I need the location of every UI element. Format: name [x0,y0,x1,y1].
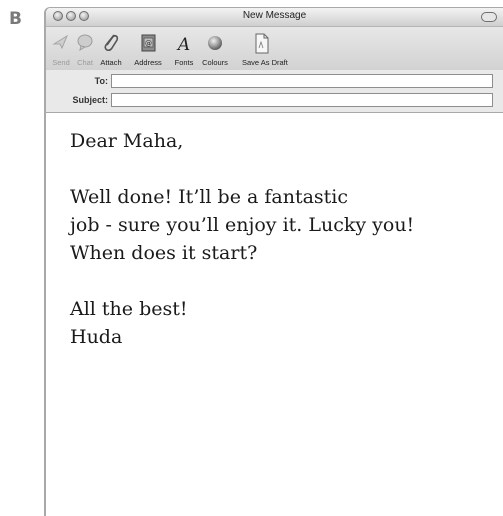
send-icon [52,34,69,50]
fonts-glyph: A [176,35,190,54]
colours-icon [208,36,222,50]
header-fields: To: Subject: [46,70,503,113]
title-bar[interactable]: New Message [46,8,503,27]
body-line-1: Well done! It’ll be a fantastic [70,186,349,208]
toolbar-toggle-button[interactable] [481,12,497,22]
address-book-icon: @ [141,34,156,52]
fonts-button[interactable]: A Fonts [174,27,194,70]
save-as-draft-label: Save As Draft [242,58,288,67]
chat-icon [77,34,93,52]
to-label: To: [94,76,108,86]
save-as-draft-button[interactable]: Save As Draft [242,27,288,70]
toolbar: Send Chat Attach @ Address A Fonts Colou… [46,27,503,71]
closing-line: All the best! [70,298,188,320]
body-line-2: job - sure you’ll enjoy it. Lucky you! [70,214,415,236]
message-text: Dear Maha, Well done! It’ll be a fantast… [70,127,493,351]
to-row: To: [46,72,503,92]
colours-label: Colours [202,58,228,67]
attach-label: Attach [100,58,122,67]
subject-field[interactable] [111,93,493,107]
mail-compose-window: New Message Send Chat Attach @ Address A… [44,7,503,516]
address-label: Address [134,58,162,67]
signature-line: Huda [70,326,123,348]
body-line-3: When does it start? [70,242,258,264]
window-title: New Message [242,10,307,21]
figure-label: B [9,9,22,29]
to-field[interactable] [111,74,493,88]
paperclip-icon [104,34,119,52]
subject-label: Subject: [72,95,108,105]
attach-button[interactable]: Attach [100,27,122,70]
subject-row: Subject: [46,91,503,111]
message-body[interactable]: Dear Maha, Well done! It’ll be a fantast… [46,113,503,516]
greeting-line: Dear Maha, [70,130,184,152]
colours-button[interactable]: Colours [202,27,228,70]
svg-text:@: @ [145,40,152,48]
address-button[interactable]: @ Address [134,27,162,70]
fonts-icon: A [176,35,190,54]
draft-document-icon [255,33,269,54]
